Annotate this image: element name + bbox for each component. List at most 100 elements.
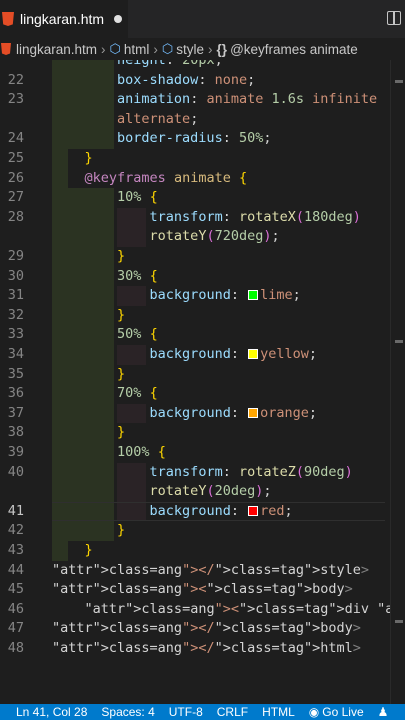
- html5-icon: [2, 12, 14, 26]
- code-line[interactable]: 36 70% {: [0, 384, 405, 404]
- encoding[interactable]: UTF-8: [169, 705, 203, 719]
- editor-tab[interactable]: lingkaran.htm: [0, 0, 128, 38]
- code-line[interactable]: rotateY(20deg);: [0, 482, 405, 502]
- breadcrumb-style[interactable]: style: [176, 42, 204, 57]
- scroll-marker: [395, 620, 403, 623]
- code-line[interactable]: 25 }: [0, 149, 405, 169]
- code-text: "attr">class=ang"><">class=tag">body>: [52, 581, 353, 598]
- cube-icon: ⬡: [161, 41, 174, 56]
- cursor-position[interactable]: Ln 41, Col 28: [16, 705, 87, 719]
- code-line[interactable]: 23 animation: animate 1.6s infinite: [0, 90, 405, 110]
- scroll-marker: [395, 80, 403, 83]
- code-text: rotateY(720deg);: [149, 228, 280, 245]
- line-number: 39: [7, 444, 24, 460]
- unsaved-dot-icon[interactable]: [114, 15, 123, 23]
- code-line[interactable]: 45 "attr">class=ang"><">class=tag">body>: [0, 580, 405, 600]
- split-editor-icon[interactable]: [387, 11, 401, 25]
- breadcrumb-html[interactable]: html: [124, 42, 150, 57]
- code-line[interactable]: 38 }: [0, 423, 405, 443]
- code-line[interactable]: 28 transform: rotateX(180deg): [0, 208, 405, 228]
- code-line[interactable]: 33 50% {: [0, 325, 405, 345]
- code-text: "attr">class=ang"></">class=tag">body>: [52, 620, 361, 637]
- line-number: 37: [7, 404, 24, 421]
- code-line[interactable]: rotateY(720deg);: [0, 227, 405, 247]
- indentation[interactable]: Spaces: 4: [101, 705, 154, 719]
- color-swatch[interactable]: [248, 349, 259, 359]
- line-number: 41: [7, 502, 24, 519]
- broadcast-icon: ◉: [308, 705, 320, 719]
- code-text: "attr">class=ang"></">class=tag">style>: [52, 561, 370, 578]
- line-number: 47: [7, 620, 24, 637]
- line-number: 40: [7, 463, 24, 480]
- line-number: 27: [7, 189, 24, 206]
- code-text: background: yellow;: [149, 346, 318, 362]
- code-text: background: orange;: [149, 404, 318, 421]
- code-text: rotateY(20deg);: [149, 483, 272, 500]
- code-line[interactable]: 31 background: lime;: [0, 286, 405, 306]
- line-number: 26: [7, 169, 24, 186]
- code-line[interactable]: 30 30% {: [0, 267, 405, 287]
- language-mode[interactable]: HTML: [262, 705, 295, 719]
- code-line[interactable]: 48 "attr">class=ang"></">class=tag">html>: [0, 639, 405, 659]
- code-line[interactable]: 42 }: [0, 521, 405, 541]
- code-line[interactable]: 29 }: [0, 247, 405, 267]
- code-text: height: 20px;: [117, 60, 223, 68]
- go-live-button[interactable]: ◉ Go Live: [309, 705, 364, 719]
- line-number: 23: [7, 91, 24, 108]
- code-line[interactable]: 40 transform: rotateZ(90deg): [0, 463, 405, 483]
- status-bar: Ln 41, Col 28 Spaces: 4 UTF-8 CRLF HTML …: [0, 704, 405, 720]
- code-text: 100% {: [117, 444, 166, 460]
- line-number: 29: [7, 248, 24, 264]
- line-number: 33: [7, 326, 24, 343]
- code-editor[interactable]: height: 20px; 22 box-shadow: none; 23 anim…: [0, 60, 405, 704]
- line-number: 25: [7, 150, 24, 166]
- braces-icon: {}: [216, 41, 228, 57]
- code-text: }: [117, 424, 126, 441]
- breadcrumb-file[interactable]: lingkaran.htm: [16, 42, 97, 57]
- code-text: transform: rotateZ(90deg): [149, 463, 353, 480]
- code-line[interactable]: 22 box-shadow: none;: [0, 71, 405, 91]
- code-line[interactable]: 34 background: yellow;: [0, 345, 405, 365]
- code-line[interactable]: 47 "attr">class=ang"></">class=tag">body>: [0, 619, 405, 639]
- line-number: 22: [7, 71, 24, 88]
- line-number: 45: [7, 581, 24, 598]
- code-line[interactable]: 32 }: [0, 306, 405, 326]
- breadcrumb: lingkaran.htm › ⬡ html › ⬡ style › {} @k…: [0, 38, 405, 60]
- chevron-right-icon: ›: [153, 41, 158, 57]
- html5-icon: [1, 43, 11, 55]
- line-ending[interactable]: CRLF: [217, 705, 248, 719]
- code-line[interactable]: 43 }: [0, 541, 405, 561]
- line-number: 43: [7, 542, 24, 558]
- line-number: 28: [7, 208, 24, 225]
- code-text: "attr">class=ang"><">class=tag">div "att…: [84, 600, 405, 617]
- code-line[interactable]: 37 background: orange;: [0, 404, 405, 424]
- code-text: background: lime;: [149, 287, 301, 304]
- color-swatch[interactable]: [248, 505, 259, 516]
- code-text: 70% {: [117, 385, 158, 402]
- chevron-right-icon: ›: [208, 41, 213, 57]
- code-text: alternate;: [117, 110, 199, 127]
- code-line[interactable]: 27 10% {: [0, 188, 405, 208]
- code-line[interactable]: 46 "attr">class=ang"><">class=tag">div "…: [0, 600, 405, 620]
- code-line[interactable]: 39 100% {: [0, 443, 405, 463]
- line-number: 36: [7, 385, 24, 402]
- color-swatch[interactable]: [248, 407, 259, 418]
- code-line[interactable]: 44 "attr">class=ang"></">class=tag">style…: [0, 561, 405, 581]
- color-swatch[interactable]: [248, 290, 259, 301]
- scrollbar[interactable]: [390, 60, 405, 704]
- code-line[interactable]: 26 @keyframes animate {: [0, 169, 405, 189]
- code-text: }: [117, 522, 126, 539]
- line-number: 38: [7, 424, 24, 441]
- notifications-icon[interactable]: ♟: [378, 705, 389, 719]
- code-line[interactable]: 41 background: red;: [0, 502, 405, 522]
- code-text: }: [117, 306, 126, 323]
- line-number: 32: [7, 306, 24, 323]
- code-line[interactable]: alternate;: [0, 110, 405, 130]
- breadcrumb-keyframes[interactable]: @keyframes animate: [230, 42, 358, 57]
- code-line[interactable]: 35 }: [0, 365, 405, 385]
- chevron-right-icon: ›: [101, 41, 106, 57]
- code-text: border-radius: 50%;: [117, 130, 272, 147]
- code-line[interactable]: 24 border-radius: 50%;: [0, 129, 405, 149]
- code-line[interactable]: height: 20px;: [0, 60, 405, 71]
- code-text: }: [117, 248, 126, 264]
